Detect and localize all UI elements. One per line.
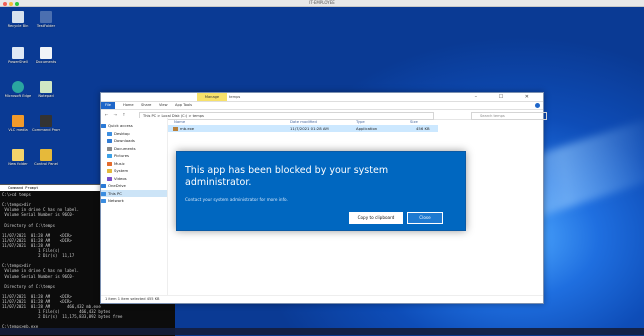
col-size[interactable]: Size: [410, 118, 418, 125]
file-type: Application: [356, 126, 378, 131]
music-icon: [107, 161, 112, 166]
explorer-title-bar: Manage temps – ☐ ✕: [101, 93, 543, 102]
sidebar-item-documents[interactable]: Documents: [101, 145, 167, 153]
sidebar-item-music[interactable]: Music: [101, 160, 167, 168]
desktop-icon: [107, 131, 112, 136]
sidebar-item-desktop[interactable]: Desktop: [101, 130, 167, 138]
document-icon: [107, 146, 112, 151]
sidebar-item-quick-access[interactable]: Quick access: [101, 122, 167, 130]
recycle-bin-icon: [12, 11, 24, 23]
desktop-icon[interactable]: Notepad: [32, 81, 60, 98]
notepad-icon: [40, 81, 52, 93]
navigation-pane: Quick access Desktop Downloads Documents…: [101, 118, 168, 295]
ribbon-home[interactable]: Home: [123, 102, 134, 109]
col-name[interactable]: Name: [174, 118, 185, 125]
desktop-icon[interactable]: TestFolder: [32, 11, 60, 28]
dialog-title: This app has been blocked by your system…: [185, 165, 389, 188]
document-icon: [40, 47, 52, 59]
vlc-icon: [12, 115, 24, 127]
sidebar-item-downloads[interactable]: Downloads: [101, 137, 167, 145]
table-row[interactable]: mb.exe 11/7/2021 01:28 AM Application 45…: [168, 125, 438, 132]
powershell-icon: [12, 47, 24, 59]
desktop-icon[interactable]: Control Panel: [32, 149, 60, 166]
folder-icon: [40, 11, 52, 23]
col-date[interactable]: Date modified: [290, 118, 317, 125]
window-title: temps: [229, 95, 241, 99]
desktop-icon[interactable]: Documents: [32, 47, 60, 64]
command-prompt-icon: [40, 115, 52, 127]
download-icon: [107, 139, 112, 143]
ribbon: File Home Share View App Tools: [101, 102, 543, 110]
col-type[interactable]: Type: [356, 118, 365, 125]
desktop-icon[interactable]: VLC media: [4, 115, 32, 132]
folder-icon: [12, 149, 24, 161]
sidebar-item-network[interactable]: Network: [101, 197, 167, 205]
mac-title-bar: IT-EMPLOYEE: [0, 0, 644, 7]
network-icon: [101, 199, 106, 203]
sidebar-item-this-pc[interactable]: This PC: [101, 189, 167, 197]
sidebar-item-system[interactable]: System: [101, 167, 167, 175]
file-size: 456 KB: [416, 126, 430, 131]
desktop-icon[interactable]: New folder: [4, 149, 32, 166]
file-date: 11/7/2021 01:28 AM: [290, 126, 329, 131]
sidebar-item-onedrive[interactable]: OneDrive: [101, 182, 167, 190]
exe-file-icon: [173, 126, 178, 131]
computer-icon: [101, 191, 106, 196]
control-panel-icon: [40, 149, 52, 161]
mac-window-title: IT-EMPLOYEE: [309, 0, 335, 5]
file-name: mb.exe: [180, 126, 195, 131]
sidebar-item-videos[interactable]: Videos: [101, 175, 167, 183]
ribbon-app-tools[interactable]: App Tools: [175, 102, 192, 109]
star-icon: [101, 124, 106, 128]
picture-icon: [107, 154, 112, 158]
window-controls[interactable]: – ☐ ✕: [475, 93, 539, 101]
edge-icon: [12, 81, 24, 93]
folder-icon: [107, 169, 112, 173]
video-icon: [107, 176, 112, 181]
dialog-message: Contact your system administrator for mo…: [185, 197, 288, 202]
tab-manage[interactable]: Manage: [197, 93, 227, 101]
column-headers: Name Date modified Type Size: [168, 118, 543, 125]
help-icon[interactable]: [535, 103, 540, 108]
sidebar-item-pictures[interactable]: Pictures: [101, 152, 167, 160]
cloud-icon: [101, 184, 106, 188]
taskbar: [0, 328, 644, 335]
desktop-icon[interactable]: Microsoft Edge: [4, 81, 32, 98]
desktop-icon[interactable]: Command Prompt: [32, 115, 60, 132]
copy-to-clipboard-button[interactable]: Copy to clipboard: [349, 212, 403, 224]
ribbon-share[interactable]: Share: [141, 102, 151, 109]
desktop-icon[interactable]: Recycle Bin: [4, 11, 32, 28]
ribbon-view[interactable]: View: [159, 102, 168, 109]
ribbon-file[interactable]: File: [101, 102, 115, 109]
status-bar: 1 item 1 item selected 455 KB: [101, 295, 543, 303]
desktop-icon[interactable]: PowerShell: [4, 47, 32, 64]
close-button[interactable]: Close: [407, 212, 443, 224]
blocked-app-dialog: This app has been blocked by your system…: [176, 151, 466, 231]
